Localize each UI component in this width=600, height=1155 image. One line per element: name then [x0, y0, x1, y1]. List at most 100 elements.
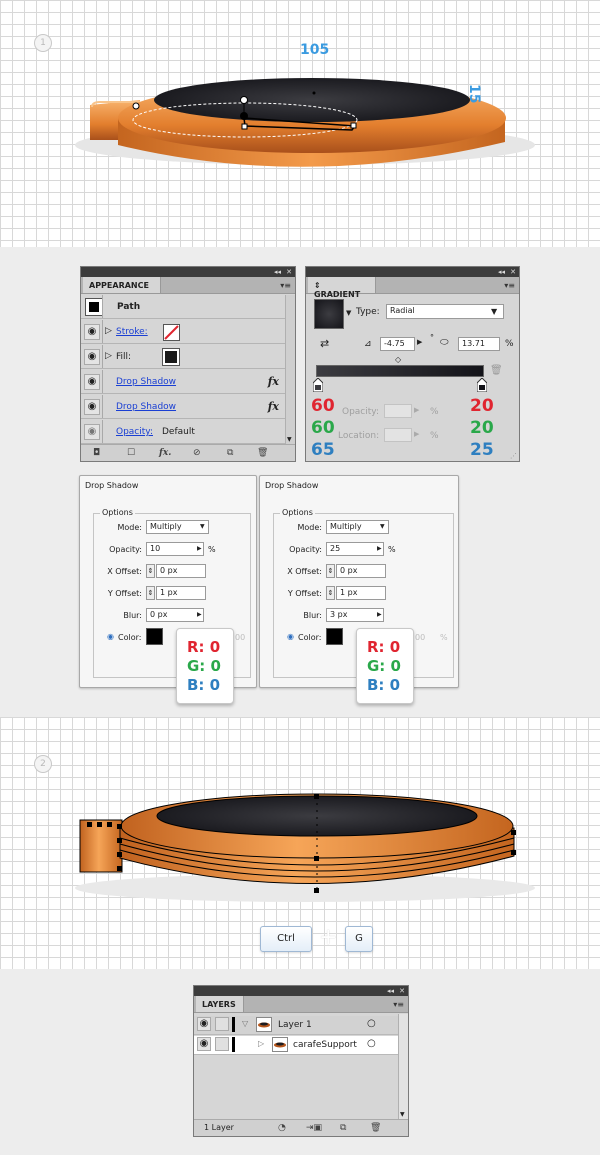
- sublayer-name[interactable]: carafeSupport: [293, 1040, 357, 1050]
- opacity-stepper-icon[interactable]: ▶: [414, 406, 419, 414]
- location-stepper-icon[interactable]: ▶: [414, 430, 419, 438]
- blur-input[interactable]: 0 px: [146, 608, 204, 622]
- collapse-icon[interactable]: ◂◂: [498, 267, 505, 277]
- add-stroke-icon[interactable]: ◘: [93, 448, 100, 458]
- appearance-row-fill[interactable]: ◉ ▷ Fill:: [81, 345, 285, 369]
- panel-menu-icon[interactable]: ▾≡: [393, 1000, 404, 1009]
- color-radio-icon[interactable]: ◉: [287, 632, 294, 641]
- eye-icon[interactable]: ◉: [84, 399, 100, 415]
- expand-arrow-icon[interactable]: ▷: [258, 1039, 264, 1048]
- type-select[interactable]: Radial: [386, 304, 504, 319]
- x-offset-input[interactable]: 0 px: [336, 564, 386, 578]
- eye-icon[interactable]: ◉: [197, 1017, 211, 1031]
- close-icon[interactable]: ✕: [399, 986, 405, 996]
- scroll-down-icon[interactable]: ▼: [400, 1111, 405, 1118]
- gradient-slider[interactable]: [316, 365, 484, 377]
- collapse-icon[interactable]: ◂◂: [387, 986, 394, 996]
- angle-stepper-icon[interactable]: ▶: [417, 338, 422, 346]
- shadow-color-swatch[interactable]: [326, 628, 343, 645]
- close-icon[interactable]: ✕: [510, 267, 516, 277]
- opacity-input[interactable]: 25: [326, 542, 384, 556]
- new-sublayer-icon[interactable]: ⧉: [340, 1123, 346, 1133]
- tab-appearance[interactable]: APPEARANCE: [83, 277, 161, 293]
- location-input[interactable]: [384, 428, 412, 442]
- expand-arrow-icon[interactable]: ▷: [105, 351, 112, 361]
- reverse-gradient-icon[interactable]: ⇄: [320, 337, 329, 350]
- y-offset-stepper-icon[interactable]: ⇕: [326, 586, 335, 600]
- swatch-dropdown-icon[interactable]: ▼: [346, 309, 351, 317]
- trash-icon[interactable]: 🗑: [257, 448, 268, 458]
- eye-icon[interactable]: ◉: [197, 1037, 211, 1051]
- scroll-down-icon[interactable]: ▼: [287, 436, 292, 443]
- midpoint-diamond-icon[interactable]: ◇: [395, 355, 401, 364]
- panel-titlebar[interactable]: ◂◂ ✕: [194, 986, 408, 996]
- drop-shadow-link[interactable]: Drop Shadow: [116, 377, 176, 387]
- layer-row-carafesupport[interactable]: ◉ ▷ carafeSupport ○: [194, 1036, 398, 1055]
- aspect-ratio-input[interactable]: 13.71: [458, 337, 500, 351]
- shadow-color-swatch[interactable]: [146, 628, 163, 645]
- opacity-input[interactable]: [384, 404, 412, 418]
- opacity-link[interactable]: Opacity:: [116, 427, 153, 437]
- opacity-input[interactable]: 10: [146, 542, 204, 556]
- panel-menu-icon[interactable]: ▾≡: [504, 281, 515, 290]
- close-icon[interactable]: ✕: [286, 267, 292, 277]
- no-stroke-swatch-icon[interactable]: [163, 324, 180, 341]
- panel-menu-icon[interactable]: ▾≡: [280, 281, 291, 290]
- chevron-down-icon[interactable]: ▼: [491, 307, 497, 316]
- scrollbar[interactable]: ▼: [398, 1014, 408, 1120]
- eye-icon[interactable]: ◉: [84, 424, 100, 440]
- add-effect-icon[interactable]: fx.: [159, 448, 171, 458]
- resize-grip-icon[interactable]: ⋰: [510, 452, 517, 460]
- delete-stop-icon[interactable]: 🗑: [490, 365, 503, 376]
- opacity-stepper-icon[interactable]: ▶: [377, 545, 382, 552]
- blur-stepper-icon[interactable]: ▶: [197, 611, 202, 618]
- expand-down-icon[interactable]: ▽: [242, 1019, 248, 1028]
- fill-label[interactable]: Fill:: [116, 352, 131, 362]
- panel-titlebar[interactable]: ◂◂ ✕: [306, 267, 519, 277]
- x-offset-stepper-icon[interactable]: ⇕: [146, 564, 155, 578]
- color-radio-icon[interactable]: ◉: [107, 632, 114, 641]
- gradient-preview-swatch[interactable]: [314, 299, 344, 329]
- fx-icon[interactable]: fx: [268, 400, 279, 413]
- chevron-down-icon[interactable]: ▼: [200, 523, 205, 530]
- appearance-row-drop-shadow-2[interactable]: ◉ Drop Shadow fx: [81, 395, 285, 419]
- add-fill-icon[interactable]: ☐: [127, 448, 135, 458]
- eye-icon[interactable]: ◉: [84, 374, 100, 390]
- collapse-icon[interactable]: ◂◂: [274, 267, 281, 277]
- gradient-stop-right[interactable]: [477, 378, 487, 392]
- blur-stepper-icon[interactable]: ▶: [377, 611, 382, 618]
- eye-icon[interactable]: ◉: [84, 324, 100, 340]
- opacity-stepper-icon[interactable]: ▶: [197, 545, 202, 552]
- stroke-label[interactable]: Stroke:: [116, 327, 148, 337]
- panel-titlebar[interactable]: ◂◂ ✕: [81, 267, 295, 277]
- blur-input[interactable]: 3 px: [326, 608, 384, 622]
- eye-icon[interactable]: ◉: [84, 349, 100, 365]
- x-offset-input[interactable]: 0 px: [156, 564, 206, 578]
- tab-layers[interactable]: LAYERS: [196, 996, 244, 1012]
- clear-appearance-icon[interactable]: ⊘: [193, 448, 201, 458]
- appearance-row-opacity[interactable]: ◉ Opacity: Default: [81, 420, 285, 444]
- layer-row-layer1[interactable]: ◉ ▽ Layer 1 ○ ◥: [194, 1013, 408, 1035]
- trash-icon[interactable]: 🗑: [370, 1123, 381, 1133]
- lock-toggle[interactable]: [215, 1037, 229, 1051]
- appearance-row-stroke[interactable]: ◉ ▷ Stroke:: [81, 320, 285, 344]
- target-circle-icon[interactable]: ○: [367, 1018, 376, 1029]
- fill-swatch[interactable]: [162, 348, 180, 366]
- appearance-row-drop-shadow-1[interactable]: ◉ Drop Shadow fx: [81, 370, 285, 394]
- target-circle-icon[interactable]: ○: [367, 1038, 376, 1049]
- locate-object-icon[interactable]: ◔: [278, 1123, 286, 1133]
- x-offset-stepper-icon[interactable]: ⇕: [326, 564, 335, 578]
- y-offset-stepper-icon[interactable]: ⇕: [146, 586, 155, 600]
- gradient-stop-left[interactable]: [313, 378, 323, 392]
- make-clipping-mask-icon[interactable]: ⇥▣: [306, 1123, 322, 1133]
- chevron-down-icon[interactable]: ▼: [380, 523, 385, 530]
- angle-input[interactable]: -4.75: [380, 337, 415, 351]
- y-offset-input[interactable]: 1 px: [156, 586, 206, 600]
- expand-arrow-icon[interactable]: ▷: [105, 326, 112, 336]
- duplicate-item-icon[interactable]: ⧉: [227, 448, 233, 458]
- layer-name[interactable]: Layer 1: [278, 1020, 312, 1030]
- fx-icon[interactable]: fx: [268, 375, 279, 388]
- tab-gradient[interactable]: ⇕ GRADIENT: [308, 277, 376, 299]
- lock-toggle[interactable]: [215, 1017, 229, 1031]
- y-offset-input[interactable]: 1 px: [336, 586, 386, 600]
